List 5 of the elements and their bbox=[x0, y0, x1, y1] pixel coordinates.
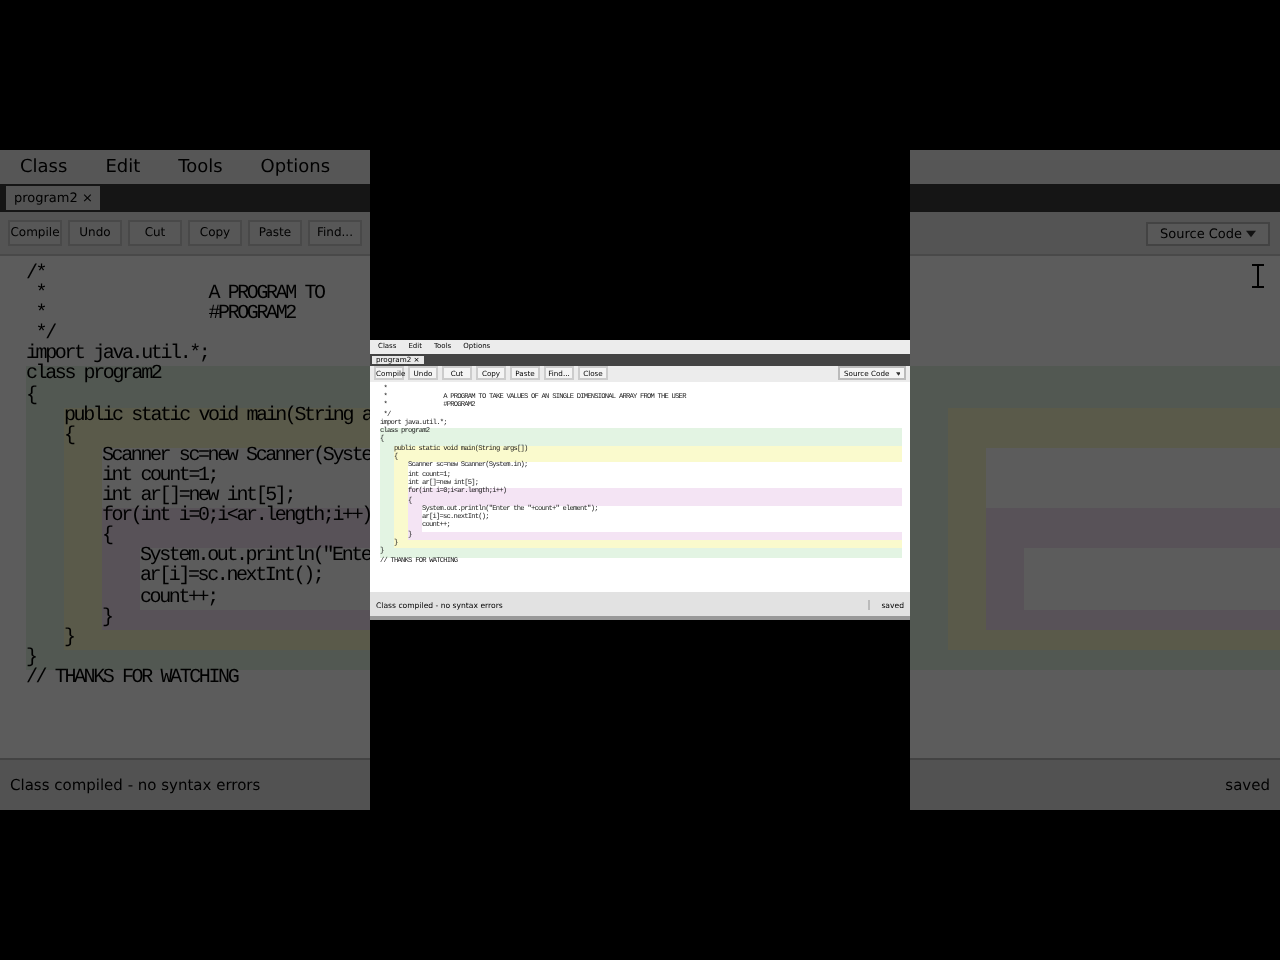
code-editor[interactable] bbox=[370, 381, 910, 593]
text-cursor-icon bbox=[1252, 264, 1264, 288]
caret-icon bbox=[895, 371, 900, 376]
code-editor[interactable] bbox=[0, 256, 370, 758]
caret-icon bbox=[1246, 229, 1256, 237]
